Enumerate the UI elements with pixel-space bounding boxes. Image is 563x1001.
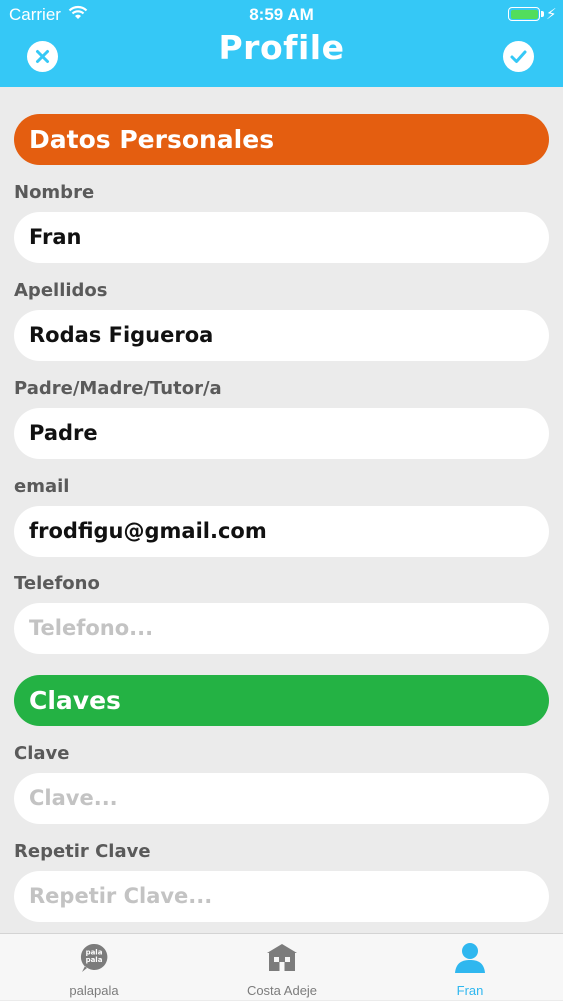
status-bar: Carrier 8:59 AM ⚡ [0, 0, 563, 30]
section-header-personal-data: Datos Personales [14, 114, 549, 165]
tab-profile[interactable]: Fran [376, 934, 563, 1001]
tab-costa-adeje[interactable]: Costa Adeje [188, 934, 376, 1001]
label-apellidos: Apellidos [14, 280, 108, 301]
label-email: email [14, 476, 70, 497]
close-icon [36, 50, 49, 63]
battery-tip [541, 11, 544, 17]
label-repeat-clave: Repetir Clave [14, 841, 151, 862]
label-parent: Padre/Madre/Tutor/a [14, 378, 222, 399]
charging-icon: ⚡ [546, 5, 557, 23]
page-title: Profile [218, 28, 345, 67]
palapala-logo-icon: pala pala [80, 943, 108, 972]
close-button[interactable] [27, 41, 58, 72]
password-input[interactable]: Clave... [14, 773, 549, 824]
checkmark-icon [510, 50, 527, 63]
parent-input[interactable]: Padre [14, 408, 549, 459]
tab-palapala-label: palapala [69, 983, 119, 998]
tab-costa-adeje-label: Costa Adeje [246, 983, 318, 998]
battery-icon [508, 7, 540, 21]
email-input[interactable]: frodfigu@gmail.com [14, 506, 549, 557]
tab-bar: pala pala palapala Costa Adeje Fran [0, 933, 563, 1000]
apellidos-input[interactable]: Rodas Figueroa [14, 310, 549, 361]
user-icon [455, 943, 485, 973]
svg-text:pala: pala [86, 956, 103, 964]
label-clave: Clave [14, 743, 70, 764]
tab-palapala[interactable]: pala pala palapala [0, 934, 188, 1001]
school-building-icon [267, 944, 297, 971]
nombre-input[interactable]: Fran [14, 212, 549, 263]
label-nombre: Nombre [14, 182, 95, 203]
header-bar: Carrier 8:59 AM ⚡ Profile [0, 0, 563, 87]
status-time: 8:59 AM [249, 5, 314, 24]
section-header-keys: Claves [14, 675, 549, 726]
save-button[interactable] [503, 41, 534, 72]
tab-profile-label: Fran [456, 983, 484, 998]
telefono-input[interactable]: Telefono... [14, 603, 549, 654]
repeat-password-input[interactable]: Repetir Clave... [14, 871, 549, 922]
label-telefono: Telefono [14, 573, 100, 594]
